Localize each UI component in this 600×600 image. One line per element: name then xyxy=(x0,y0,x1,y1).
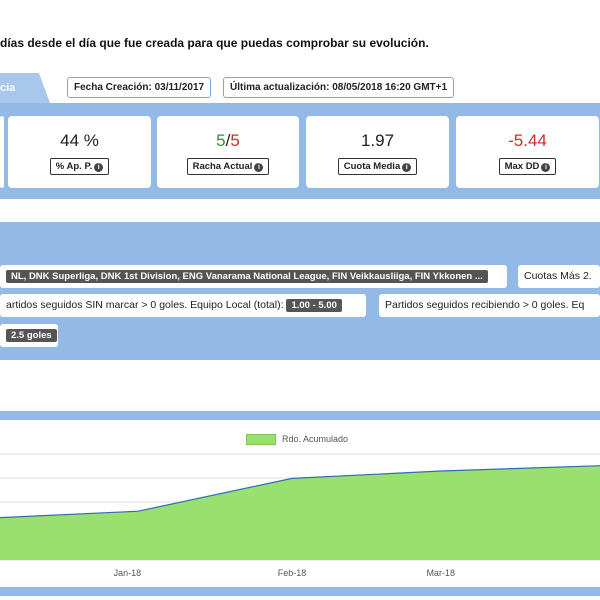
stat-card-hit-rate: 44 % % Ap. P. i xyxy=(8,116,151,188)
stat-card-partial xyxy=(0,116,4,188)
no-score-text: artidos seguidos SIN marcar > 0 goles. E… xyxy=(6,299,284,311)
info-icon: i xyxy=(254,163,264,172)
streak-label[interactable]: Racha Actual i xyxy=(186,158,270,175)
avg-odds-label[interactable]: Cuota Media i xyxy=(337,158,418,175)
hit-rate-label[interactable]: % Ap. P. i xyxy=(49,158,110,175)
intro-text: días desde el día que fue creada para qu… xyxy=(0,36,429,50)
x-tick-label: Jan-18 xyxy=(114,568,142,578)
conceding-filter: Partidos seguidos recibiendo > 0 goles. … xyxy=(379,294,600,317)
streak-value: 5/5 xyxy=(216,131,240,150)
stat-card-avg-odds: 1.97 Cuota Media i xyxy=(306,116,449,188)
info-icon: i xyxy=(541,163,551,172)
no-score-range-tag: 1.00 - 5.00 xyxy=(286,299,342,312)
x-tick-label: Feb-18 xyxy=(278,568,307,578)
odds-filter: Cuotas Más 2. xyxy=(518,265,600,288)
last-update-badge: Última actualización: 08/05/2018 16:20 G… xyxy=(223,77,455,98)
cumulative-result-chart: Jan-18 Feb-18 Mar-18 xyxy=(0,453,600,578)
hit-rate-value: 44 % xyxy=(60,131,99,150)
stat-card-max-dd: -5.44 Max DD i xyxy=(456,116,599,188)
creation-date-badge: Fecha Creación: 03/11/2017 xyxy=(67,77,212,98)
goals-tag: 2.5 goles xyxy=(6,329,57,342)
filters-band xyxy=(0,222,600,360)
leagues-filter: NL, DNK Superliga, DNK 1st Division, ENG… xyxy=(0,265,507,288)
max-dd-label[interactable]: Max DD i xyxy=(498,158,557,175)
info-icon: i xyxy=(402,163,412,172)
leagues-tag: NL, DNK Superliga, DNK 1st Division, ENG… xyxy=(6,270,488,283)
goals-filter: 2.5 goles xyxy=(0,324,58,347)
stat-card-streak: 5/5 Racha Actual i xyxy=(157,116,299,188)
max-dd-value: -5.44 xyxy=(508,131,547,150)
no-score-filter: artidos seguidos SIN marcar > 0 goles. E… xyxy=(0,294,366,317)
x-tick-label: Mar-18 xyxy=(426,568,455,578)
avg-odds-value: 1.97 xyxy=(360,131,395,150)
info-icon: i xyxy=(94,163,104,172)
